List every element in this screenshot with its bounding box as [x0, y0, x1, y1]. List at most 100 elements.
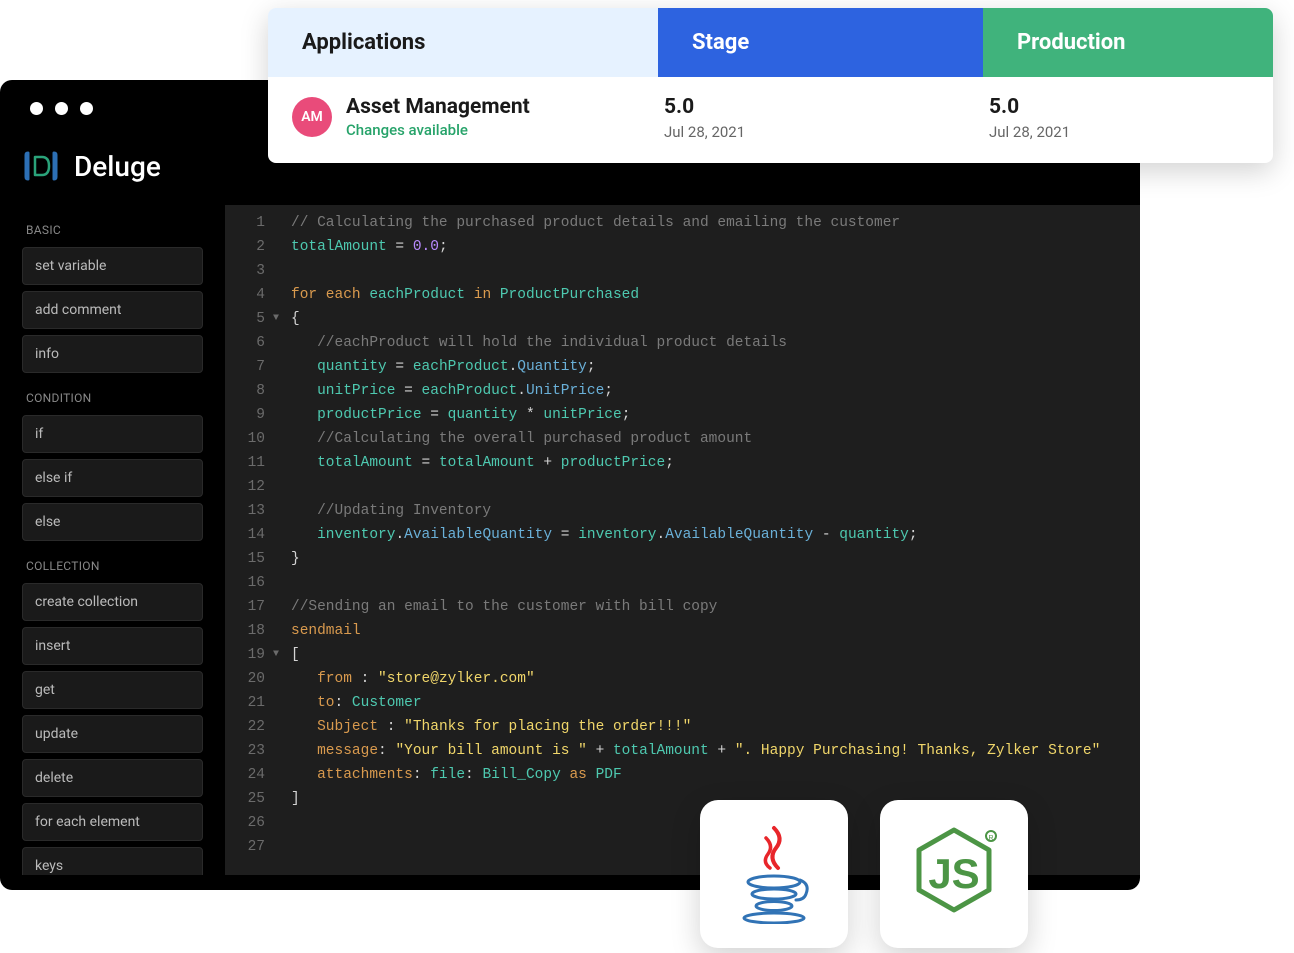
line-number: 20 — [225, 667, 275, 691]
line-number: 24 — [225, 763, 275, 787]
line-number: 25 — [225, 787, 275, 811]
code-content[interactable]: productPrice = quantity * unitPrice; — [275, 403, 630, 427]
fold-marker-icon[interactable]: ▼ — [273, 307, 279, 331]
sidebar-item-keys[interactable]: keys — [22, 847, 203, 875]
code-content[interactable]: //Sending an email to the customer with … — [275, 595, 717, 619]
code-line[interactable]: 16 — [225, 571, 1140, 595]
code-line[interactable]: 19▼[ — [225, 643, 1140, 667]
code-line[interactable]: 18sendmail — [225, 619, 1140, 643]
code-line[interactable]: 13 //Updating Inventory — [225, 499, 1140, 523]
code-content[interactable]: message: "Your bill amount is " + totalA… — [275, 739, 1100, 763]
section-label: COLLECTION — [26, 559, 203, 573]
line-number: 7 — [225, 355, 275, 379]
production-version: 5.0 — [989, 95, 1249, 119]
app-avatar: AM — [292, 97, 332, 137]
code-line[interactable]: 7 quantity = eachProduct.Quantity; — [225, 355, 1140, 379]
sidebar-item-create-collection[interactable]: create collection — [22, 583, 203, 621]
fold-marker-icon[interactable]: ▼ — [273, 643, 279, 667]
sidebar-item-delete[interactable]: delete — [22, 759, 203, 797]
sidebar-item-else-if[interactable]: else if — [22, 459, 203, 497]
code-line[interactable]: 8 unitPrice = eachProduct.UnitPrice; — [225, 379, 1140, 403]
line-number: 21 — [225, 691, 275, 715]
sidebar-item-if[interactable]: if — [22, 415, 203, 453]
code-content[interactable]: Subject : "Thanks for placing the order!… — [275, 715, 691, 739]
line-number: 6 — [225, 331, 275, 355]
window-dot[interactable] — [30, 102, 43, 115]
code-content[interactable]: from : "store@zylker.com" — [275, 667, 535, 691]
app-name: Asset Management — [346, 95, 530, 119]
line-number: 19▼ — [225, 643, 275, 667]
code-line[interactable]: 22 Subject : "Thanks for placing the ord… — [225, 715, 1140, 739]
code-line[interactable]: 21 to: Customer — [225, 691, 1140, 715]
sidebar-item-get[interactable]: get — [22, 671, 203, 709]
code-line[interactable]: 11 totalAmount = totalAmount + productPr… — [225, 451, 1140, 475]
svg-text:R: R — [988, 835, 993, 842]
code-content[interactable]: totalAmount = totalAmount + productPrice… — [275, 451, 674, 475]
code-content[interactable]: sendmail — [275, 619, 361, 643]
code-content[interactable]: quantity = eachProduct.Quantity; — [275, 355, 596, 379]
code-line[interactable]: 17//Sending an email to the customer wit… — [225, 595, 1140, 619]
app-cell[interactable]: AM Asset Management Changes available — [292, 95, 664, 139]
stage-date: Jul 28, 2021 — [664, 123, 989, 141]
app-changes-label: Changes available — [346, 121, 530, 139]
sidebar-item-add-comment[interactable]: add comment — [22, 291, 203, 329]
line-number: 3 — [225, 259, 275, 283]
code-content[interactable]: // Calculating the purchased product det… — [275, 211, 900, 235]
line-number: 10 — [225, 427, 275, 451]
code-editor[interactable]: 1// Calculating the purchased product de… — [225, 205, 1140, 875]
code-line[interactable]: 20 from : "store@zylker.com" — [225, 667, 1140, 691]
window-dot[interactable] — [80, 102, 93, 115]
status-header: Applications Stage Production — [268, 8, 1273, 77]
code-line[interactable]: 1// Calculating the purchased product de… — [225, 211, 1140, 235]
status-row: AM Asset Management Changes available 5.… — [268, 77, 1273, 163]
code-line[interactable]: 5▼{ — [225, 307, 1140, 331]
line-number: 22 — [225, 715, 275, 739]
line-number: 11 — [225, 451, 275, 475]
code-content[interactable]: inventory.AvailableQuantity = inventory.… — [275, 523, 918, 547]
code-content[interactable] — [275, 571, 300, 595]
line-number: 18 — [225, 619, 275, 643]
code-content[interactable]: //Calculating the overall purchased prod… — [275, 427, 752, 451]
code-content[interactable]: for each eachProduct in ProductPurchased — [275, 283, 639, 307]
code-content[interactable]: unitPrice = eachProduct.UnitPrice; — [275, 379, 613, 403]
sidebar-item-insert[interactable]: insert — [22, 627, 203, 665]
code-line[interactable]: 9 productPrice = quantity * unitPrice; — [225, 403, 1140, 427]
tab-production[interactable]: Production — [983, 8, 1273, 77]
line-number: 23 — [225, 739, 275, 763]
code-line[interactable]: 10 //Calculating the overall purchased p… — [225, 427, 1140, 451]
code-content[interactable]: } — [275, 547, 300, 571]
code-line[interactable]: 3 — [225, 259, 1140, 283]
code-content[interactable]: ] — [275, 787, 300, 811]
sidebar-item-update[interactable]: update — [22, 715, 203, 753]
section-label: CONDITION — [26, 391, 203, 405]
ide-window: Deluge BASICset variableadd commentinfoC… — [0, 80, 1140, 890]
code-content[interactable] — [275, 811, 300, 835]
code-content[interactable]: totalAmount = 0.0; — [275, 235, 448, 259]
code-line[interactable]: 24 attachments: file: Bill_Copy as PDF — [225, 763, 1140, 787]
code-content[interactable]: to: Customer — [275, 691, 422, 715]
tab-applications[interactable]: Applications — [268, 8, 658, 77]
code-content[interactable]: //Updating Inventory — [275, 499, 491, 523]
code-line[interactable]: 4for each eachProduct in ProductPurchase… — [225, 283, 1140, 307]
code-content[interactable]: attachments: file: Bill_Copy as PDF — [275, 763, 622, 787]
stage-cell: 5.0 Jul 28, 2021 — [664, 95, 989, 141]
sidebar-item-info[interactable]: info — [22, 335, 203, 373]
code-content[interactable] — [275, 259, 300, 283]
code-line[interactable]: 12 — [225, 475, 1140, 499]
java-icon — [734, 824, 814, 924]
code-line[interactable]: 2totalAmount = 0.0; — [225, 235, 1140, 259]
code-content[interactable] — [275, 475, 300, 499]
code-content[interactable] — [275, 835, 300, 859]
code-line[interactable]: 23 message: "Your bill amount is " + tot… — [225, 739, 1140, 763]
sidebar-item-else[interactable]: else — [22, 503, 203, 541]
sidebar-item-set-variable[interactable]: set variable — [22, 247, 203, 285]
window-dot[interactable] — [55, 102, 68, 115]
code-content[interactable]: //eachProduct will hold the individual p… — [275, 331, 787, 355]
sidebar-item-for-each-element[interactable]: for each element — [22, 803, 203, 841]
code-line[interactable]: 15} — [225, 547, 1140, 571]
tab-stage[interactable]: Stage — [658, 8, 983, 77]
code-line[interactable]: 14 inventory.AvailableQuantity = invento… — [225, 523, 1140, 547]
nodejs-icon: JS R — [909, 824, 999, 924]
code-line[interactable]: 6 //eachProduct will hold the individual… — [225, 331, 1140, 355]
production-date: Jul 28, 2021 — [989, 123, 1249, 141]
